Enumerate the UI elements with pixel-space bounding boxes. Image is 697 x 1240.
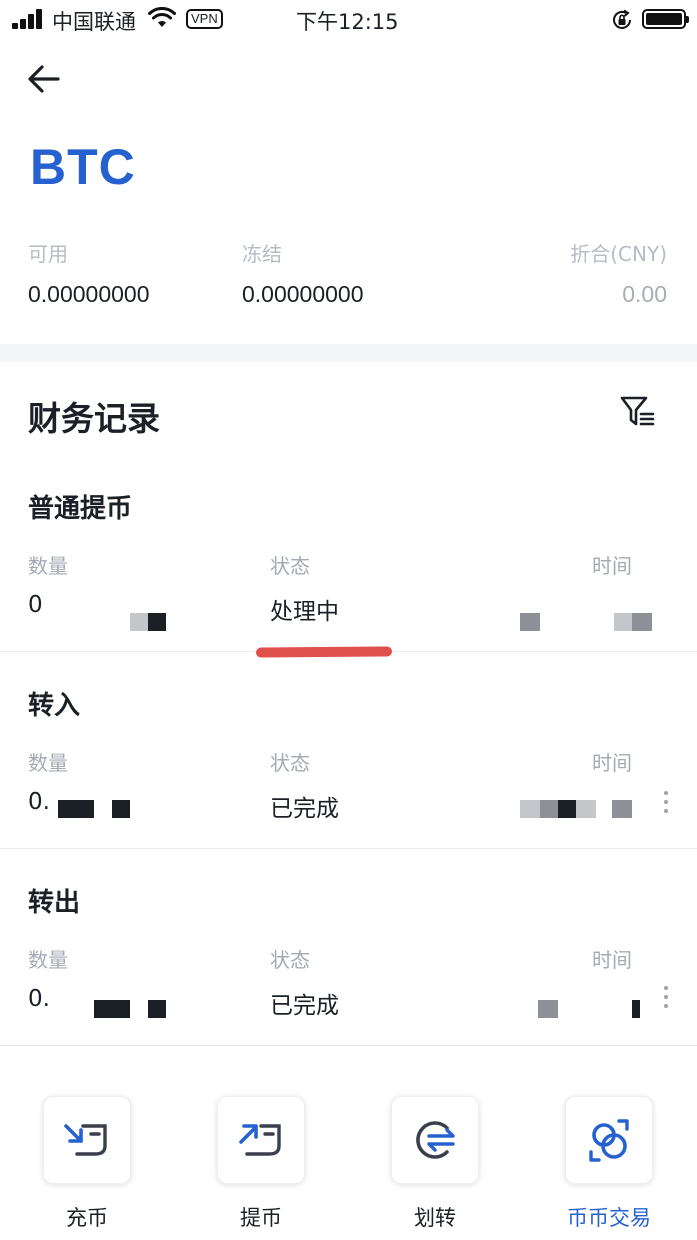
amount-header: 数量 [28,948,68,972]
carrier-name: 中国联通 [52,10,136,34]
row-divider [0,1045,697,1046]
redacted-block [58,800,94,818]
record-type: 普通提币 [28,494,133,524]
redacted-block [632,1000,640,1018]
rotation-lock-icon [613,9,631,29]
redacted-block [148,613,166,631]
record-status: 已完成 [270,796,339,822]
withdraw-icon [239,1124,281,1156]
status-header: 状态 [270,751,310,775]
more-icon[interactable] [664,986,670,1013]
redacted-block [612,800,632,818]
time-header: 时间 [592,751,632,775]
battery-icon [642,9,689,29]
amount-header: 数量 [28,751,68,775]
redacted-block [520,613,540,631]
status-header: 状态 [270,948,310,972]
signal-icon [12,9,46,29]
time-header: 时间 [592,948,632,972]
redacted-block [112,800,130,818]
record-type: 转出 [28,888,81,918]
deposit-icon [64,1124,107,1156]
exchange-icon [589,1119,629,1162]
bottom-action-bar: 充币 提币 划转 币币交易 [0,1096,697,1240]
record-amount: 0 [28,592,43,618]
deposit-button[interactable]: 充币 [43,1096,131,1232]
redacted-block [94,1000,130,1018]
available-value: 0.00000000 [28,281,150,307]
redacted-block [540,800,558,818]
spot-trading-label: 币币交易 [567,1206,651,1230]
transfer-label: 划转 [414,1206,456,1230]
redacted-block [632,613,652,631]
redacted-block [520,800,540,818]
status-time: 下午12:15 [296,10,399,34]
redacted-block [148,1000,166,1018]
more-icon[interactable] [664,791,670,818]
transfer-button[interactable]: 划转 [391,1096,479,1232]
redacted-block [614,613,632,631]
frozen-value: 0.00000000 [242,281,364,307]
status-bar: 中国联通 VPN 下午12:15 [0,0,697,40]
status-header: 状态 [270,554,310,578]
time-header: 时间 [592,554,632,578]
vpn-badge: VPN [186,9,223,29]
record-amount: 0. [28,986,50,1012]
transfer-icon [416,1121,455,1159]
frozen-label: 冻结 [242,242,282,266]
redacted-block [130,613,148,631]
annotation-underline [255,646,393,658]
deposit-label: 充币 [66,1206,108,1230]
withdraw-label: 提币 [240,1206,282,1230]
back-arrow-icon[interactable] [26,62,62,96]
record-type: 转入 [28,691,81,721]
withdraw-button[interactable]: 提币 [217,1096,305,1232]
available-label: 可用 [28,242,68,266]
amount-header: 数量 [28,554,68,578]
redacted-block [576,800,596,818]
record-status: 已完成 [270,993,339,1019]
wifi-icon [148,7,176,27]
coin-title: BTC [30,139,136,195]
row-divider [0,848,697,849]
record-status: 处理中 [270,599,339,625]
section-title: 财务记录 [28,399,160,438]
cny-equivalent-label: 折合(CNY) [570,242,667,266]
spot-trading-button[interactable]: 币币交易 [565,1096,653,1232]
section-separator [0,344,697,362]
redacted-block [558,800,576,818]
cny-equivalent-value: 0.00 [622,281,667,307]
filter-icon[interactable] [620,395,656,427]
record-amount: 0. [28,789,50,815]
redacted-block [538,1000,558,1018]
